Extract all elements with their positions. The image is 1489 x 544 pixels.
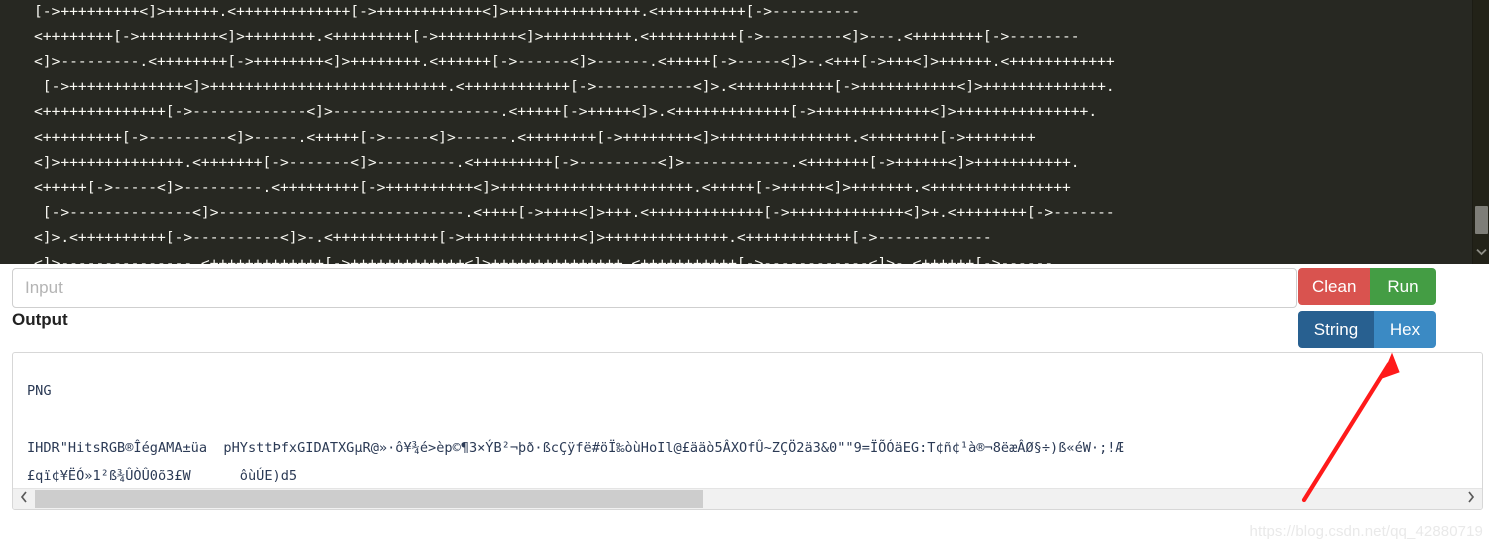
brainfuck-code-editor[interactable]: [->+++++++++<]>++++++.<+++++++++++++[->+… bbox=[0, 0, 1489, 264]
chevron-right-icon[interactable] bbox=[1460, 489, 1482, 509]
output-horizontal-scrollbar[interactable] bbox=[13, 488, 1482, 509]
watermark: https://blog.csdn.net/qq_42880719 bbox=[1249, 523, 1483, 540]
code-runner-page: [->+++++++++<]>++++++.<+++++++++++++[->+… bbox=[0, 0, 1489, 544]
output-panel[interactable]: PNG IHDR"HitsRGB®ÎégAMA±üa pHYsttÞfxGIDA… bbox=[12, 352, 1483, 510]
input-row bbox=[0, 264, 1489, 310]
output-scrollbar-thumb[interactable] bbox=[35, 490, 703, 508]
output-mode-hex-button[interactable]: Hex bbox=[1374, 311, 1436, 348]
editor-code-text[interactable]: [->+++++++++<]>++++++.<+++++++++++++[->+… bbox=[34, 0, 1414, 264]
output-mode-string-button[interactable]: String bbox=[1298, 311, 1374, 348]
chevron-left-icon[interactable] bbox=[13, 489, 35, 509]
editor-left-padding bbox=[0, 0, 34, 264]
run-button[interactable]: Run bbox=[1370, 268, 1436, 305]
editor-scrollbar-thumb[interactable] bbox=[1475, 206, 1488, 234]
chevron-down-icon[interactable] bbox=[1473, 242, 1489, 264]
output-section-title: Output bbox=[12, 310, 68, 329]
stdin-input[interactable] bbox=[12, 268, 1297, 308]
clean-button[interactable]: Clean bbox=[1298, 268, 1370, 305]
editor-vertical-scrollbar[interactable] bbox=[1472, 0, 1489, 264]
